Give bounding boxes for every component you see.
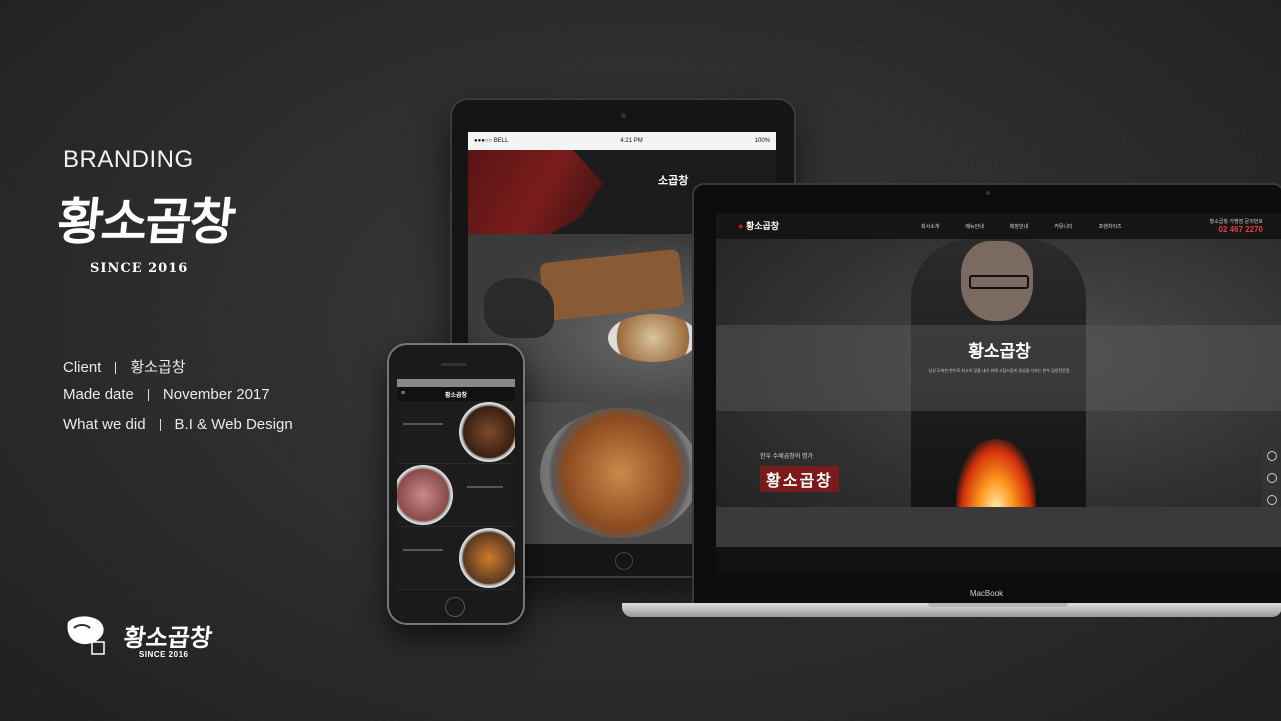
phone-number: 02 467 2270 [1218, 225, 1264, 234]
quick-menu-icon[interactable] [1267, 473, 1277, 483]
phone-home-button [445, 597, 465, 617]
nav-item[interactable]: 메뉴안내 [965, 223, 983, 230]
site-nav-menu: 회사소개 메뉴안내 매장안내 커뮤니티 프랜차이즈 [921, 223, 1122, 230]
branding-heading: BRANDING [63, 146, 194, 173]
quick-menu-icon[interactable] [1267, 451, 1277, 461]
wooden-board [539, 248, 685, 322]
info-value: November 2017 [162, 386, 270, 403]
site-hero-description: 싱싱 도축한 한우로 최고의 맛을 내기 위해 고집스럽게 정성을 다하는 한우… [928, 368, 1070, 373]
info-label: What we did [63, 416, 146, 433]
phone-speaker [441, 363, 467, 366]
tablet-hero-title: 소곱창 [658, 175, 689, 187]
status-time: 4:21 PM [620, 138, 643, 144]
info-client: Client 황소곱창 [63, 356, 186, 377]
tablet-home-button [615, 552, 633, 570]
grill-pan [540, 408, 700, 538]
status-carrier: ●●●○○ BELL [474, 138, 509, 144]
nav-item[interactable]: 프랜차이즈 [1099, 223, 1122, 230]
phone-mockup: ≡ 황소곱창 [387, 343, 525, 625]
site-hero: 황소곱창 싱싱 도축한 한우로 최고의 맛을 내기 위해 고집스럽게 정성을 다… [716, 239, 1281, 533]
site-quick-menu [1261, 445, 1281, 511]
status-battery: 100% [754, 138, 770, 144]
food-image [397, 465, 453, 525]
nav-item[interactable]: 매장안내 [1010, 223, 1028, 230]
menu-text [403, 423, 443, 425]
menu-text [467, 486, 503, 488]
nav-item[interactable]: 회사소개 [921, 223, 939, 230]
info-label: Made date [63, 386, 134, 403]
food-image [459, 402, 515, 462]
site-phone-contact: 황소곱창 가맹점 문의번호 02 467 2270 [1210, 218, 1263, 234]
phone-statusbar [397, 379, 515, 387]
site-food-strip [716, 507, 1281, 547]
separator [159, 419, 161, 432]
laptop-screen: ● 황소곱창 회사소개 메뉴안내 매장안내 커뮤니티 프랜차이즈 황소곱창 가맹… [716, 213, 1281, 573]
site-tagline: 한우 수제곱창의 명가 황소곱창 [760, 451, 839, 492]
food-image [459, 528, 515, 588]
footer-logo-text: 황소곱창 [122, 623, 214, 652]
bull-statue [484, 278, 554, 338]
footer-since: SINCE 2016 [139, 650, 189, 659]
site-next-section [716, 547, 1281, 573]
info-made-date: Made date November 2017 [63, 386, 270, 403]
macbook-label: MacBook [969, 589, 1004, 598]
tablet-camera [621, 113, 626, 118]
nav-item[interactable]: 커뮤니티 [1054, 223, 1072, 230]
separator [115, 362, 117, 375]
bull-graphic [468, 150, 603, 234]
tablet-statusbar: ●●●○○ BELL 4:21 PM 100% [468, 132, 776, 150]
laptop-notch [928, 603, 1068, 607]
tagline-big: 황소곱창 [760, 466, 839, 492]
info-what-we-did: What we did B.I & Web Design [63, 416, 293, 433]
brand-since: SINCE 2016 [90, 261, 189, 276]
separator [147, 389, 149, 402]
bull-logo-icon [67, 616, 105, 655]
phone-screen: ≡ 황소곱창 [397, 379, 515, 591]
menu-text [403, 549, 443, 551]
food-plate [608, 314, 698, 362]
site-hero-title: 황소곱창 [968, 342, 1031, 361]
site-navbar: ● 황소곱창 회사소개 메뉴안내 매장안내 커뮤니티 프랜차이즈 황소곱창 가맹… [716, 213, 1281, 239]
phone-menu-row [397, 527, 515, 590]
quick-menu-icon[interactable] [1267, 495, 1277, 505]
brand-logo-text: 황소곱창 [54, 192, 237, 251]
glasses [969, 275, 1029, 289]
info-value: B.I & Web Design [174, 416, 293, 433]
info-value: 황소곱창 [130, 359, 186, 376]
hamburger-icon[interactable]: ≡ [401, 390, 405, 397]
laptop-mockup: ● 황소곱창 회사소개 메뉴안내 매장안내 커뮤니티 프랜차이즈 황소곱창 가맹… [692, 183, 1281, 607]
phone-navbar: ≡ 황소곱창 [397, 387, 515, 401]
site-logo[interactable]: ● 황소곱창 [738, 219, 779, 232]
laptop-base [622, 603, 1281, 617]
tagline-small: 한우 수제곱창의 명가 [760, 454, 814, 460]
phone-menu-row [397, 401, 515, 464]
laptop-camera [986, 191, 990, 195]
info-label: Client [63, 359, 102, 376]
phone-menu-row [397, 464, 515, 527]
phone-logo: 황소곱창 [445, 393, 468, 399]
